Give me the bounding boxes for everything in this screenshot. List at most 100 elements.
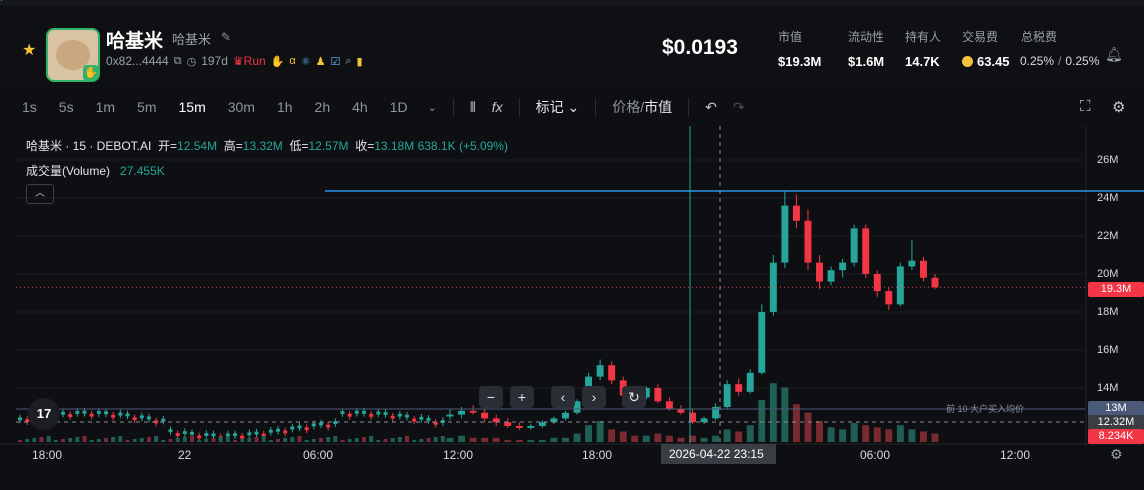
timeframe-4h[interactable]: 4h	[352, 99, 368, 115]
candle-body	[746, 372, 754, 392]
reset-chart-button[interactable]: ↻	[622, 386, 646, 408]
low-value: 12.57M	[308, 139, 349, 153]
volume-bar	[839, 429, 847, 442]
timeframe-1s[interactable]: 1s	[22, 99, 37, 115]
volume-bar	[125, 440, 130, 442]
stat-tax: 总税费 0.25% / 0.25%	[1020, 28, 1100, 68]
y-tick: 14M	[1097, 382, 1119, 394]
run-label: Run	[243, 54, 266, 68]
price-toggle[interactable]: 价格	[612, 97, 640, 117]
undo-icon[interactable]: ↶	[705, 99, 717, 116]
fullscreen-icon[interactable]: ⛶	[1080, 98, 1091, 115]
volume-bar	[850, 423, 858, 442]
high-label: 高=	[223, 139, 243, 153]
candle-body	[446, 414, 454, 417]
volume-bar	[254, 437, 259, 442]
volume-bar	[440, 436, 445, 442]
stat-liquidity: 流动性 $1.6M	[848, 28, 884, 69]
timeframe-1h[interactable]: 1h	[277, 99, 293, 115]
volume-bar	[311, 439, 316, 442]
volume-bar	[75, 437, 80, 442]
mcap-toggle[interactable]: 市值	[644, 97, 672, 117]
volume-bar	[596, 421, 604, 442]
candle-body	[161, 418, 166, 422]
buy-tax: 0.25%	[1020, 54, 1055, 68]
coin-icon	[962, 56, 973, 67]
copy-icon[interactable]: ⧉	[174, 55, 182, 68]
favorite-star-icon[interactable]: ★	[22, 40, 36, 60]
volume-bar	[908, 429, 916, 442]
timeframe-30m[interactable]: 30m	[228, 99, 255, 115]
timeframe-15m[interactable]: 15m	[179, 99, 206, 115]
candle-body	[283, 430, 288, 434]
candle-body	[190, 431, 194, 435]
marks-dropdown[interactable]: 标记 ⌄	[536, 97, 580, 117]
candle-body	[111, 414, 116, 418]
volume-bar	[758, 400, 766, 442]
zoom-in-button[interactable]: +	[510, 386, 534, 408]
candle-style-icon[interactable]: ⫴	[470, 99, 476, 116]
volume-bar	[168, 439, 173, 442]
candle-body	[197, 435, 202, 439]
candle-body	[769, 262, 777, 312]
volume-bar	[735, 431, 743, 442]
volume-bar	[225, 436, 230, 442]
volume-bar	[53, 440, 58, 442]
token-name: 哈基米	[106, 31, 164, 52]
volume-bar	[397, 437, 402, 442]
volume-bar	[405, 436, 409, 442]
alpha-icon: α	[289, 55, 296, 67]
volume-bar	[18, 440, 22, 442]
candle-body	[390, 415, 395, 419]
tradingview-logo-icon: 17	[28, 398, 60, 430]
timeframe-2h[interactable]: 2h	[315, 99, 331, 115]
candle-body	[654, 388, 662, 402]
x-tick: 18:00	[582, 448, 613, 462]
candle-body	[182, 431, 187, 435]
volume-bar	[132, 439, 137, 442]
volume-bar	[504, 439, 512, 442]
y-tick: 26M	[1097, 154, 1119, 166]
close-label: 收=	[355, 139, 375, 153]
avg-buy-tag: 13M	[1088, 401, 1144, 416]
volume-bar	[469, 437, 477, 442]
candle-body	[481, 412, 489, 419]
volume-bar	[340, 440, 345, 442]
price-chart[interactable]	[0, 126, 1144, 485]
candle-body	[18, 417, 22, 421]
stat-label: 交易费	[962, 30, 999, 44]
timeframe-1m[interactable]: 1m	[96, 99, 115, 115]
scroll-right-button[interactable]: ›	[582, 386, 606, 408]
scroll-left-button[interactable]: ‹	[551, 386, 575, 408]
timeframe-more-chevron-down-icon[interactable]: ⌄	[428, 101, 437, 114]
volume-bar	[197, 440, 202, 442]
timeframe-5m[interactable]: 5m	[137, 99, 156, 115]
timeframe-1d[interactable]: 1D	[390, 99, 408, 115]
volume-bar	[304, 440, 309, 442]
run-badge: ♛Run	[232, 54, 266, 68]
candle-body	[326, 424, 331, 428]
volume-bar	[723, 429, 731, 442]
volume-bar	[268, 440, 273, 442]
candle-body	[240, 435, 245, 439]
candle-body	[290, 426, 295, 430]
search-icon[interactable]: ⌕	[345, 55, 351, 68]
edit-icon[interactable]: ✎	[221, 30, 231, 44]
zoom-out-button[interactable]: −	[479, 386, 503, 408]
candlestick-svg[interactable]	[0, 126, 1144, 485]
settings-gear-icon[interactable]: ⚙	[1112, 98, 1125, 116]
symbol-label: 哈基米 · 15 · DEBOT.AI	[26, 139, 152, 153]
toolbar-divider	[518, 98, 520, 116]
ticker-item[interactable]: .	[0, 0, 3, 4]
axis-settings-icon[interactable]: ⚙	[1110, 446, 1123, 463]
timeframe-5s[interactable]: 5s	[59, 99, 74, 115]
token-subname: 哈基米	[172, 32, 212, 47]
redo-icon[interactable]: ↷	[733, 99, 745, 116]
volume-bar	[354, 438, 359, 442]
indicators-fx-icon[interactable]: fx	[492, 99, 503, 115]
collapse-legend-chevron-up-icon[interactable]: ︿	[26, 184, 54, 204]
volume-tag: 8.234K	[1088, 429, 1144, 444]
candle-body	[204, 433, 209, 436]
alert-bell-icon[interactable]: 🔔︎	[1105, 46, 1123, 63]
volume-value: 27.455K	[120, 164, 165, 178]
